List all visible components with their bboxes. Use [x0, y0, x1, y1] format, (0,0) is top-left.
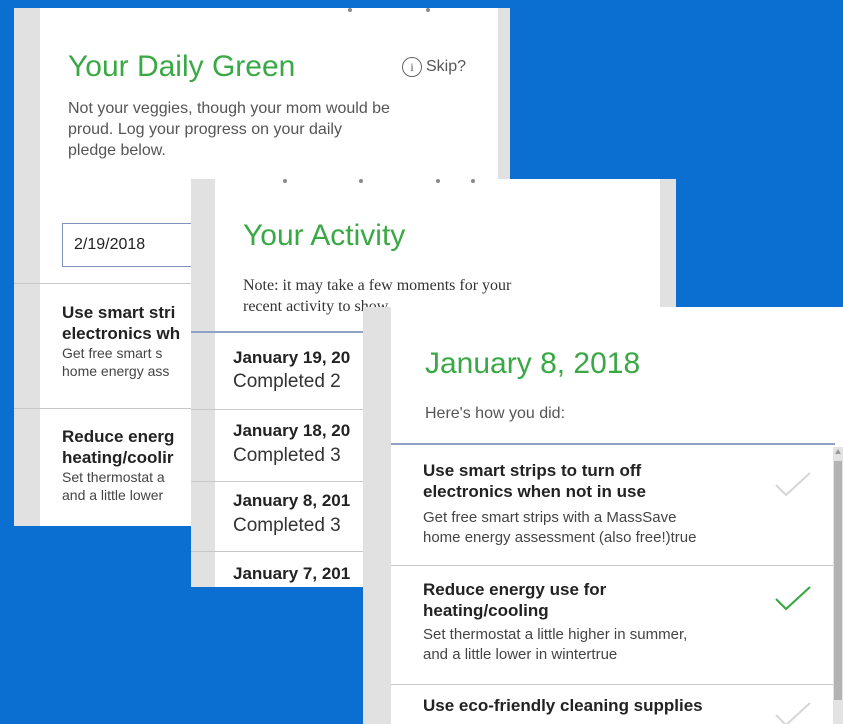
title-line: heating/cooling [423, 601, 549, 620]
skip-button[interactable]: i Skip? [402, 55, 466, 79]
scrollbar[interactable] [833, 447, 843, 724]
activity-status: Completed 3 [233, 515, 341, 536]
detail-date-title: January 8, 2018 [425, 347, 641, 380]
divider [391, 443, 835, 445]
info-circle-icon: i [402, 57, 422, 77]
title-line: heating/coolir [62, 448, 174, 467]
desc-line: and a little lower [62, 487, 164, 503]
activity-title: Your Activity [243, 219, 406, 252]
activity-status: Completed 2 [233, 371, 341, 392]
desc-line: Get free smart s [62, 345, 163, 361]
title-line: Use smart strips to turn off [423, 461, 642, 480]
pledge-result-description: Set thermostat a little higher in summer… [423, 625, 687, 665]
checkmark-icon [775, 472, 811, 497]
activity-date: January 8, 201 [233, 491, 351, 510]
note-line: Note: it may take a few moments for your [243, 277, 512, 294]
divider [391, 565, 833, 566]
scrollbar-thumb[interactable] [834, 461, 842, 700]
activity-date: January 7, 201 [233, 564, 351, 583]
title-line: electronics when not in use [423, 482, 646, 501]
desc-line: Set thermostat a little higher in summer… [423, 626, 688, 643]
intro-text: Not your veggies, though your mom would … [68, 98, 390, 161]
frame-handle [359, 179, 363, 183]
date-value: 2/19/2018 [74, 236, 146, 253]
intro-line: Not your veggies, though your mom would … [68, 100, 390, 117]
day-detail-panel: January 8, 2018 Here's how you did: Use … [363, 307, 843, 724]
checkmark-icon [775, 702, 811, 724]
intro-line: pledge below. [68, 142, 166, 159]
detail-subtitle: Here's how you did: [425, 405, 566, 422]
desc-line: Get free smart strips with a MassSave [423, 509, 677, 526]
pledge-item-description: Get free smart s home energy ass [62, 344, 169, 380]
frame-handle [436, 179, 440, 183]
pledge-result-title: Use eco-friendly cleaning supplies [423, 696, 703, 715]
pledge-result-title: Reduce energy use for heating/cooling [423, 579, 606, 621]
scroll-up-arrow[interactable] [835, 449, 841, 454]
title-line: Use smart stri [62, 303, 176, 322]
intro-line: proud. Log your progress on your daily [68, 121, 342, 138]
divider [391, 684, 833, 685]
title-line: Reduce energ [62, 427, 175, 446]
desc-line: and a little lower in wintertrue [423, 646, 618, 663]
pledge-result-title: Use smart strips to turn off electronics… [423, 460, 646, 502]
panel-frame-left [191, 179, 215, 587]
pledge-item-description: Set thermostat a and a little lower [62, 468, 165, 504]
page-title: Your Daily Green [68, 50, 296, 83]
desc-line: home energy assessment (also free!)true [423, 529, 697, 546]
frame-handle [283, 179, 287, 183]
desc-line: home energy ass [62, 363, 170, 379]
pledge-item-title: Reduce energ heating/coolir [62, 426, 174, 468]
checkmark-icon [775, 586, 811, 611]
title-line: electronics wh [62, 324, 181, 343]
activity-status: Completed 3 [233, 445, 341, 466]
activity-date: January 19, 20 [233, 348, 351, 367]
panel-frame-left [14, 8, 40, 526]
activity-date: January 18, 20 [233, 421, 351, 440]
title-line: Reduce energy use for [423, 580, 607, 599]
frame-handle [426, 8, 430, 12]
panel-frame-left [363, 307, 391, 724]
desc-line: Set thermostat a [62, 469, 165, 485]
pledge-result-description: Get free smart strips with a MassSave ho… [423, 508, 696, 548]
pledge-item-title: Use smart stri electronics wh [62, 302, 180, 344]
frame-handle [471, 179, 475, 183]
frame-handle [348, 8, 352, 12]
skip-label: Skip? [426, 58, 467, 75]
